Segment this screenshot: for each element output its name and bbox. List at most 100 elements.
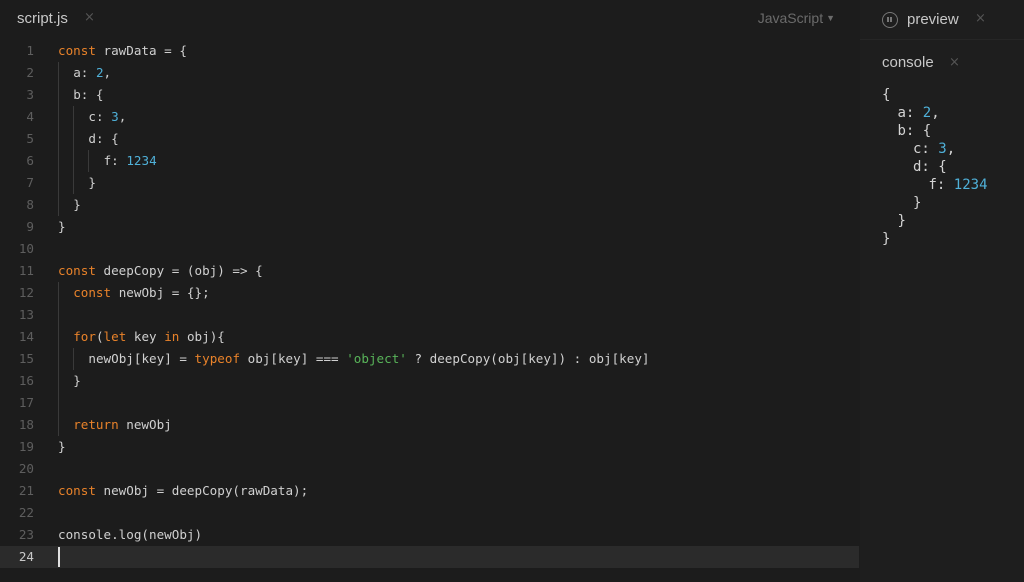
console-line: b: {: [882, 122, 988, 140]
indent-guide: [58, 172, 59, 194]
code-text: for(let key in obj){: [73, 326, 225, 348]
code-line[interactable]: 18 return newObj: [0, 414, 859, 436]
code-text: f: 1234: [104, 150, 157, 172]
file-tab-script-js[interactable]: script.js: [17, 10, 68, 27]
indent-guide: [58, 62, 59, 84]
code-line[interactable]: 10: [0, 238, 859, 260]
indent-guide: [88, 150, 90, 172]
number-token: 2: [95, 65, 104, 80]
code-line[interactable]: 5 d: {: [0, 128, 859, 150]
number-token: 1234: [126, 153, 157, 168]
console-line: {: [882, 86, 988, 104]
code-text: const deepCopy = (obj) => {: [58, 260, 263, 282]
indent-guide: [58, 128, 59, 150]
keyword-token: const: [58, 263, 96, 278]
code-token: f:: [103, 153, 127, 168]
number-token: 3: [111, 109, 119, 124]
number-token: 2: [922, 105, 932, 121]
code-area[interactable]: 1 const rawData = {2 a: 2, 3 b: {4 c: 3, 5 d: {…: [0, 40, 859, 568]
code-line[interactable]: 11 const deepCopy = (obj) => {: [0, 260, 859, 282]
code-line[interactable]: 6 f: 1234: [0, 150, 859, 172]
code-line[interactable]: 24: [0, 546, 859, 568]
code-line[interactable]: 17: [0, 392, 859, 414]
console-line: f: 1234: [882, 176, 988, 194]
language-selector[interactable]: JavaScript ▼: [758, 10, 835, 26]
code-line[interactable]: 3 b: {: [0, 84, 859, 106]
line-number: 9: [26, 219, 34, 234]
keyword-token: const: [58, 43, 96, 58]
code-line[interactable]: 9}: [0, 216, 859, 238]
code-text: }: [73, 370, 81, 392]
code-token: a:: [897, 105, 923, 121]
code-token: ? deepCopy(obj[key]) : obj[key]: [406, 351, 650, 366]
code-text: d: {: [88, 128, 118, 150]
line-number: 1: [26, 43, 34, 58]
code-token: }: [897, 213, 906, 229]
text-cursor: [58, 547, 60, 567]
code-line[interactable]: 21 const newObj = deepCopy(rawData);: [0, 480, 859, 502]
tab-preview[interactable]: preview: [907, 11, 959, 28]
line-number: 23: [18, 527, 34, 542]
line-number: 17: [18, 395, 34, 410]
caret-down-icon: ▼: [826, 13, 835, 23]
close-preview-icon[interactable]: ×: [975, 11, 986, 26]
code-line[interactable]: 12 const newObj = {};: [0, 282, 859, 304]
code-line[interactable]: 8}: [0, 194, 859, 216]
code-token: obj){: [179, 329, 225, 344]
code-line[interactable]: 16}: [0, 370, 859, 392]
console-line: }: [882, 212, 988, 230]
keyword-token: let: [103, 329, 127, 344]
keyword-token: const: [58, 483, 96, 498]
code-text: }: [58, 216, 66, 238]
code-token: newObj = {};: [111, 285, 210, 300]
code-line[interactable]: 15 newObj[key] = typeof obj[key] === 'obj…: [0, 348, 859, 370]
indent-guide: [58, 326, 59, 348]
code-line[interactable]: 23 console.log(newObj): [0, 524, 859, 546]
number-token: 3: [938, 141, 947, 157]
code-token: }: [58, 219, 66, 234]
indent-guide: [58, 348, 59, 370]
code-text: }: [58, 436, 66, 458]
code-token: d: {: [88, 131, 119, 146]
console-line: c: 3,: [882, 140, 988, 158]
line-number: 11: [18, 263, 34, 278]
keyword-token: const: [73, 285, 112, 300]
indent-guide: [58, 304, 59, 326]
code-line[interactable]: 1 const rawData = {: [0, 40, 859, 62]
tab-console[interactable]: console: [882, 54, 934, 71]
code-line[interactable]: 13: [0, 304, 859, 326]
code-line[interactable]: 14 for(let key in obj){: [0, 326, 859, 348]
code-token: newObj = deepCopy(rawData);: [95, 483, 309, 498]
code-token: c:: [88, 109, 112, 124]
line-number: 10: [18, 241, 34, 256]
code-line[interactable]: 2 a: 2,: [0, 62, 859, 84]
code-text: b: {: [73, 84, 103, 106]
code-line[interactable]: 20: [0, 458, 859, 480]
code-text: a: 2,: [73, 62, 111, 84]
console-line: }: [882, 194, 988, 212]
line-number: 4: [26, 109, 34, 124]
close-console-icon[interactable]: ×: [949, 55, 960, 70]
line-number: 15: [18, 351, 34, 366]
code-text: newObj[key] = typeof obj[key] === 'objec…: [88, 348, 649, 370]
close-tab-icon[interactable]: ×: [84, 10, 95, 25]
console-line: }: [882, 230, 988, 248]
code-line[interactable]: 19}: [0, 436, 859, 458]
code-editor-pane[interactable]: script.js × JavaScript ▼ 1 const rawData =…: [0, 0, 859, 582]
code-line[interactable]: 22: [0, 502, 859, 524]
keyword-token: in: [164, 329, 180, 344]
line-number: 14: [18, 329, 34, 344]
code-token: ,: [931, 105, 940, 121]
code-token: deepCopy = (obj) => {: [95, 263, 263, 278]
code-token: (: [95, 329, 104, 344]
code-line[interactable]: 7}: [0, 172, 859, 194]
indent-guide: [58, 414, 59, 436]
code-token: b: {: [73, 87, 104, 102]
pause-circle-icon[interactable]: [882, 12, 898, 28]
code-token: c:: [913, 141, 939, 157]
code-text: }: [73, 194, 81, 216]
indent-guide: [73, 150, 75, 172]
keyword-token: return: [73, 417, 119, 432]
line-number: 18: [18, 417, 34, 432]
code-line[interactable]: 4 c: 3,: [0, 106, 859, 128]
